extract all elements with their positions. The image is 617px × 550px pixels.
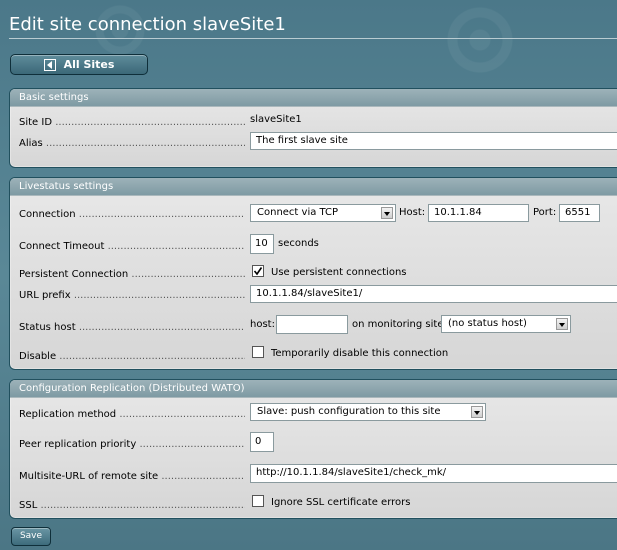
basic-settings-header[interactable]: Basic settings [10,89,617,107]
monitoring-site-value: (no status host) [448,318,527,329]
host-label: Host: [399,207,426,218]
url-prefix-label: URL prefix [19,290,245,301]
alias-input[interactable]: The first slave site [250,132,617,150]
ssl-label: SSL [19,500,245,511]
replication-section: Configuration Replication (Distributed W… [9,379,617,519]
site-id-label: Site ID [19,117,245,128]
persistent-checkbox[interactable] [252,265,264,277]
replication-method-select[interactable]: Slave: push configuration to this site [250,403,486,421]
chevron-down-icon [471,406,483,418]
title-divider [9,38,617,39]
connect-timeout-input[interactable]: 10 [250,234,274,254]
livestatus-settings-section: Livestatus settings Connection Connect v… [9,177,617,370]
port-label: Port: [533,207,557,218]
multisite-url-label: Multisite-URL of remote site [19,471,245,482]
port-input[interactable]: 6551 [559,204,600,222]
chevron-down-icon [381,207,393,219]
connection-select-value: Connect via TCP [257,207,339,218]
all-sites-button[interactable]: All Sites [10,54,148,75]
ssl-text: Ignore SSL certificate errors [271,497,411,508]
site-id-value: slaveSite1 [250,114,302,125]
connection-label: Connection [19,209,245,220]
alias-label: Alias [19,138,245,149]
status-host-input[interactable] [276,315,348,334]
timeout-unit: seconds [278,238,319,249]
peer-priority-label: Peer replication priority [19,439,245,450]
persistent-text: Use persistent connections [271,267,407,278]
monitoring-site-select[interactable]: (no status host) [441,315,571,333]
basic-settings-section: Basic settings Site ID slaveSite1 Alias … [9,88,617,168]
chevron-down-icon [556,318,568,330]
disable-checkbox[interactable] [252,346,264,358]
multisite-url-input[interactable]: http://10.1.1.84/slaveSite1/check_mk/ [250,464,617,483]
connection-select[interactable]: Connect via TCP [250,204,396,222]
replication-method-value: Slave: push configuration to this site [257,406,441,417]
host-input[interactable]: 10.1.1.84 [428,204,529,222]
ssl-checkbox[interactable] [252,495,264,507]
status-host-label: Status host [19,322,245,333]
checkmark-icon [253,267,263,276]
page-title: Edit site connection slaveSite1 [9,14,286,35]
monitoring-site-label: on monitoring site: [352,319,447,330]
status-host-host-label: host: [250,319,275,330]
replication-header[interactable]: Configuration Replication (Distributed W… [10,380,617,398]
all-sites-label: All Sites [63,58,115,71]
livestatus-settings-header[interactable]: Livestatus settings [10,178,617,196]
save-button[interactable]: Save [11,527,51,546]
disable-label: Disable [19,351,245,362]
disable-text: Temporarily disable this connection [271,348,449,359]
back-arrow-icon [43,58,56,71]
replication-method-label: Replication method [19,409,245,420]
persistent-connection-label: Persistent Connection [19,269,245,280]
url-prefix-input[interactable]: 10.1.1.84/slaveSite1/ [250,285,617,303]
connect-timeout-label: Connect Timeout [19,241,245,252]
peer-priority-input[interactable]: 0 [250,432,274,452]
